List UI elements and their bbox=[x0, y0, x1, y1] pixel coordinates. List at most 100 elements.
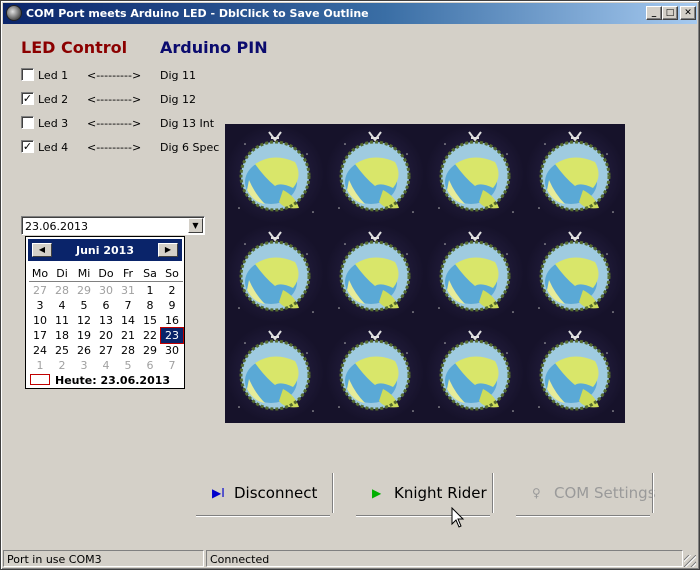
calendar-day[interactable]: 22 bbox=[139, 328, 161, 343]
com-settings-label: COM Settings bbox=[554, 484, 656, 502]
calendar-day[interactable]: 29 bbox=[73, 283, 95, 298]
weekday-label: Mo bbox=[31, 267, 49, 280]
calendar-popup: ◀ Juni 2013 ▶ Mo Di Mi Do Fr Sa So 27 28 29 30 31 1… bbox=[25, 236, 185, 389]
calendar-day[interactable]: 27 bbox=[29, 283, 51, 298]
today-label[interactable]: Heute: 23.06.2013 bbox=[55, 374, 170, 387]
calendar-day[interactable]: 6 bbox=[139, 358, 161, 373]
calendar-day[interactable]: 24 bbox=[29, 343, 51, 358]
calendar-day[interactable]: 30 bbox=[161, 343, 183, 358]
led-4-label[interactable]: Led 4 bbox=[38, 141, 68, 154]
calendar-day[interactable]: 12 bbox=[73, 313, 95, 328]
disconnect-label: Disconnect bbox=[234, 484, 318, 502]
led-2-pin: Dig 12 bbox=[160, 93, 197, 106]
calendar-day[interactable]: 7 bbox=[161, 358, 183, 373]
led-2-label[interactable]: Led 2 bbox=[38, 93, 68, 106]
calendar-day[interactable]: 2 bbox=[51, 358, 73, 373]
weekday-label: Di bbox=[56, 267, 68, 280]
port-status: Port in use COM3 bbox=[3, 550, 204, 567]
album-art-tile bbox=[425, 124, 525, 224]
calendar-day[interactable]: 28 bbox=[117, 343, 139, 358]
disconnect-button[interactable]: ▶I Disconnect bbox=[196, 473, 334, 517]
calendar-day[interactable]: 28 bbox=[51, 283, 73, 298]
calendar-day[interactable]: 10 bbox=[29, 313, 51, 328]
calendar-day[interactable]: 17 bbox=[29, 328, 51, 343]
minimize-button[interactable]: _ bbox=[646, 6, 662, 20]
today-link[interactable]: Heute: 23.06.2013 bbox=[29, 373, 183, 387]
album-art-tile bbox=[325, 323, 425, 424]
calendar-day[interactable]: 2 bbox=[161, 283, 183, 298]
calendar-day[interactable]: 3 bbox=[73, 358, 95, 373]
led-1-label[interactable]: Led 1 bbox=[38, 69, 68, 82]
weekday-header: Mo Di Mi Do Fr Sa So bbox=[29, 267, 183, 282]
weekday-label: Do bbox=[98, 267, 114, 280]
led-4-checkbox[interactable]: ✓ bbox=[21, 140, 34, 153]
calendar-week: 3456789 bbox=[29, 298, 183, 313]
chevron-down-icon[interactable]: ▼ bbox=[188, 218, 203, 233]
date-value[interactable]: 23.06.2013 bbox=[25, 220, 88, 233]
today-marker bbox=[30, 374, 50, 385]
next-month-button[interactable]: ▶ bbox=[158, 243, 178, 257]
weekday-label: Sa bbox=[143, 267, 157, 280]
calendar-day[interactable]: 5 bbox=[73, 298, 95, 313]
led-1-checkbox[interactable] bbox=[21, 68, 34, 81]
maximize-button[interactable]: □ bbox=[662, 6, 678, 20]
calendar-day[interactable]: 4 bbox=[51, 298, 73, 313]
led-row-3: Led 3 <---------> Dig 13 Int bbox=[21, 115, 231, 131]
calendar-day[interactable]: 7 bbox=[117, 298, 139, 313]
calendar-day[interactable]: 13 bbox=[95, 313, 117, 328]
window-title: COM Port meets Arduino LED - DblClick to… bbox=[26, 7, 369, 20]
calendar-day[interactable]: 19 bbox=[73, 328, 95, 343]
calendar-day[interactable]: 25 bbox=[51, 343, 73, 358]
led-1-arrow: <---------> bbox=[87, 69, 142, 82]
led-row-1: Led 1 <---------> Dig 11 bbox=[21, 67, 231, 83]
calendar-week: 17 18 19 20 21 22 23 bbox=[29, 327, 184, 344]
weekday-label: Fr bbox=[122, 267, 134, 280]
calendar-day[interactable]: 9 bbox=[161, 298, 183, 313]
calendar-day[interactable]: 15 bbox=[139, 313, 161, 328]
app-icon[interactable] bbox=[6, 5, 22, 21]
date-picker-field[interactable]: 23.06.2013 ▼ bbox=[21, 216, 205, 235]
calendar-day[interactable]: 3 bbox=[29, 298, 51, 313]
led-4-arrow: <---------> bbox=[87, 141, 142, 154]
led-2-checkbox[interactable]: ✓ bbox=[21, 92, 34, 105]
led-3-label[interactable]: Led 3 bbox=[38, 117, 68, 130]
calendar-day[interactable]: 14 bbox=[117, 313, 139, 328]
calendar-day[interactable]: 1 bbox=[139, 283, 161, 298]
calendar-day[interactable]: 30 bbox=[95, 283, 117, 298]
close-button[interactable]: ✕ bbox=[680, 6, 696, 20]
album-art-tile bbox=[425, 323, 525, 424]
app-window: COM Port meets Arduino LED - DblClick to… bbox=[0, 0, 700, 570]
title-bar[interactable]: COM Port meets Arduino LED - DblClick to… bbox=[3, 3, 697, 24]
led-3-arrow: <---------> bbox=[87, 117, 142, 130]
album-art-grid[interactable] bbox=[225, 124, 625, 424]
calendar-day[interactable]: 11 bbox=[51, 313, 73, 328]
calendar-day[interactable]: 16 bbox=[161, 313, 183, 328]
calendar-day[interactable]: 27 bbox=[95, 343, 117, 358]
album-art-tile bbox=[525, 323, 625, 424]
calendar-day[interactable]: 20 bbox=[95, 328, 117, 343]
led-3-checkbox[interactable] bbox=[21, 116, 34, 129]
led-2-arrow: <---------> bbox=[87, 93, 142, 106]
calendar-day[interactable]: 23 bbox=[160, 327, 184, 344]
calendar-day[interactable]: 18 bbox=[51, 328, 73, 343]
album-art-tile bbox=[225, 124, 325, 224]
com-settings-button[interactable]: ♀ COM Settings bbox=[516, 473, 656, 517]
calendar-day[interactable]: 6 bbox=[95, 298, 117, 313]
calendar-week: 1234567 bbox=[29, 358, 183, 373]
calendar-week: 24 25 26 27 28 29 30 bbox=[29, 343, 183, 358]
resize-grip-icon[interactable] bbox=[684, 555, 696, 567]
led-row-4: ✓ Led 4 <---------> Dig 6 Spec bbox=[21, 139, 231, 155]
calendar-day[interactable]: 26 bbox=[73, 343, 95, 358]
arduino-pin-heading: Arduino PIN bbox=[160, 38, 268, 57]
calendar-day[interactable]: 1 bbox=[29, 358, 51, 373]
calendar-weeks: 27 28 29 30 31 1 2 3 4 5 6 7 8 9 10 11 12 13 14 15 16 17 18 19 2… bbox=[26, 283, 186, 373]
calendar-day[interactable]: 5 bbox=[117, 358, 139, 373]
calendar-day[interactable]: 8 bbox=[139, 298, 161, 313]
knight-rider-button[interactable]: ▶ Knight Rider bbox=[356, 473, 494, 517]
album-art-tile bbox=[225, 323, 325, 424]
calendar-day[interactable]: 31 bbox=[117, 283, 139, 298]
album-art-tile bbox=[325, 124, 425, 224]
calendar-day[interactable]: 4 bbox=[95, 358, 117, 373]
calendar-day[interactable]: 29 bbox=[139, 343, 161, 358]
calendar-day[interactable]: 21 bbox=[117, 328, 139, 343]
